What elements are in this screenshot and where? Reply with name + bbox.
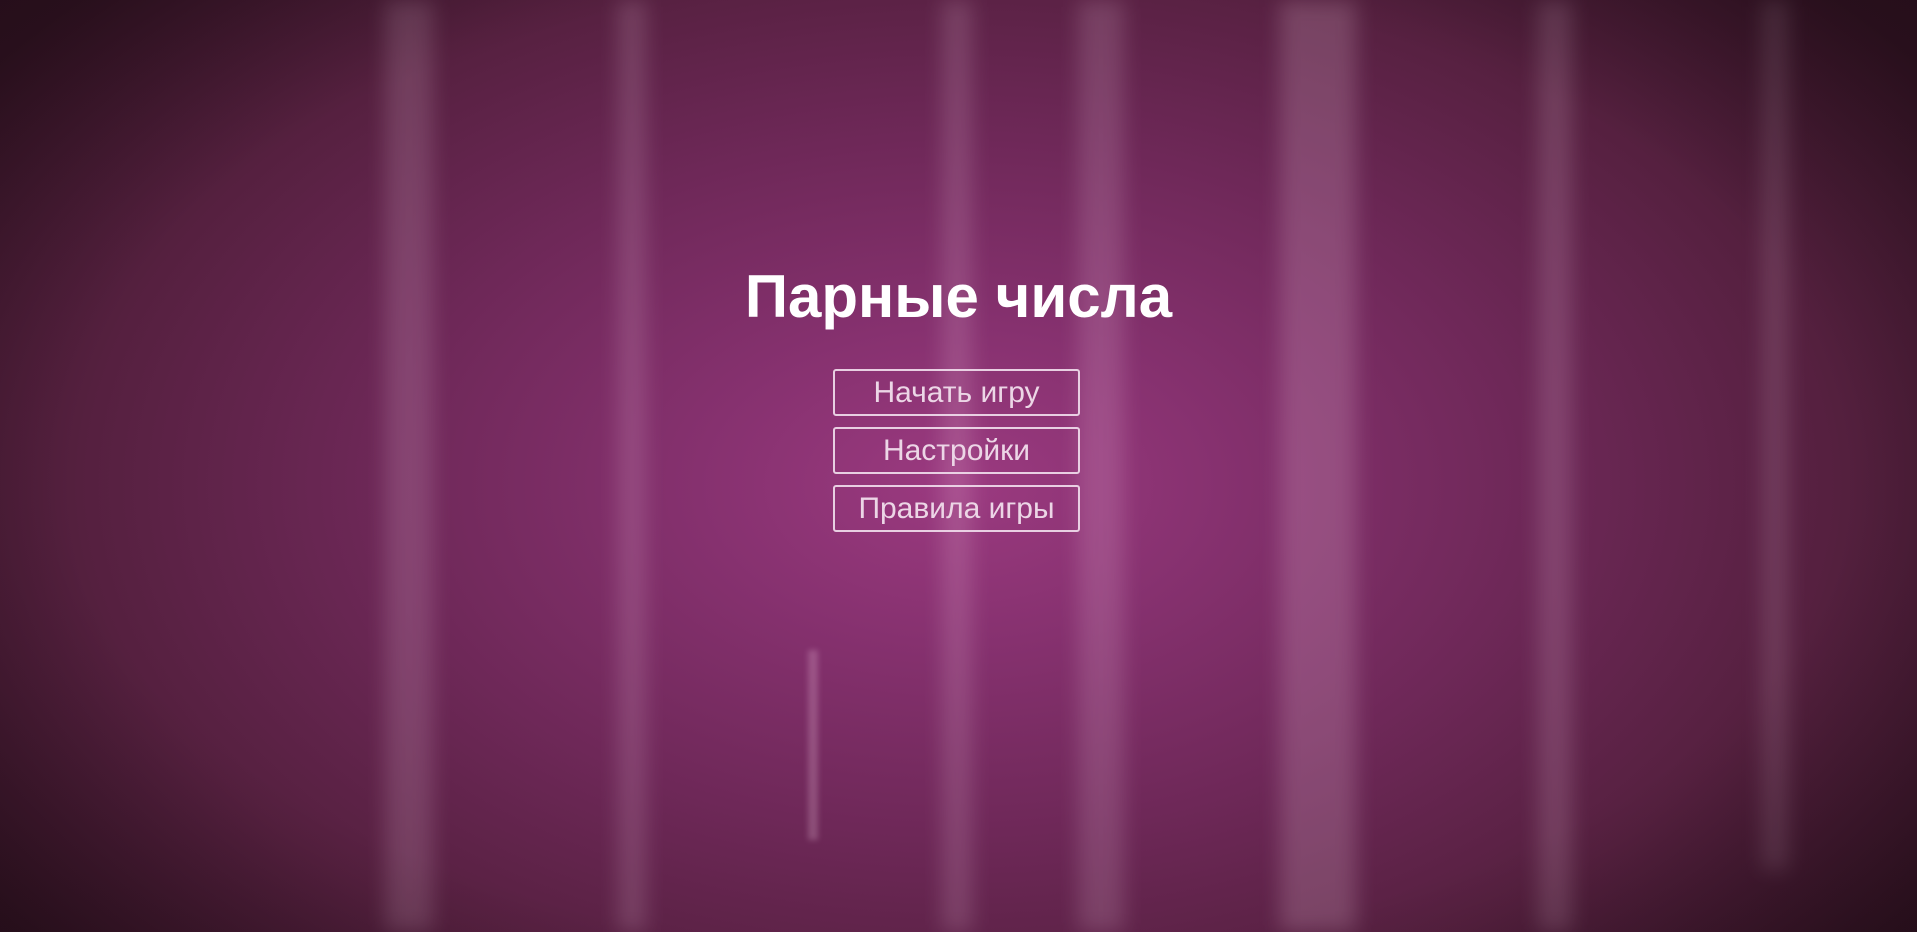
main-menu: Парные числа Начать игру Настройки Прави…: [0, 0, 1917, 932]
settings-button[interactable]: Настройки: [833, 427, 1080, 474]
game-rules-button[interactable]: Правила игры: [833, 485, 1080, 532]
game-title: Парные числа: [744, 263, 1173, 330]
start-game-button[interactable]: Начать игру: [833, 369, 1080, 416]
